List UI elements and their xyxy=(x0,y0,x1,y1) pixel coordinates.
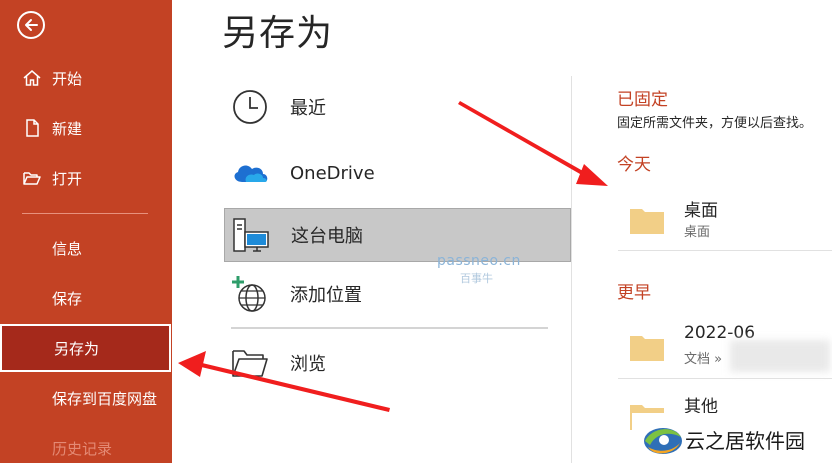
logo-swirl-icon xyxy=(644,428,682,454)
annotation-arrows xyxy=(178,101,608,412)
annotation-arrow-right xyxy=(458,101,608,186)
annotation-arrow-left xyxy=(178,351,390,412)
logo-text: 云之居软件园 xyxy=(685,429,805,453)
watermark-logo: 云之居软件园 xyxy=(632,413,832,463)
